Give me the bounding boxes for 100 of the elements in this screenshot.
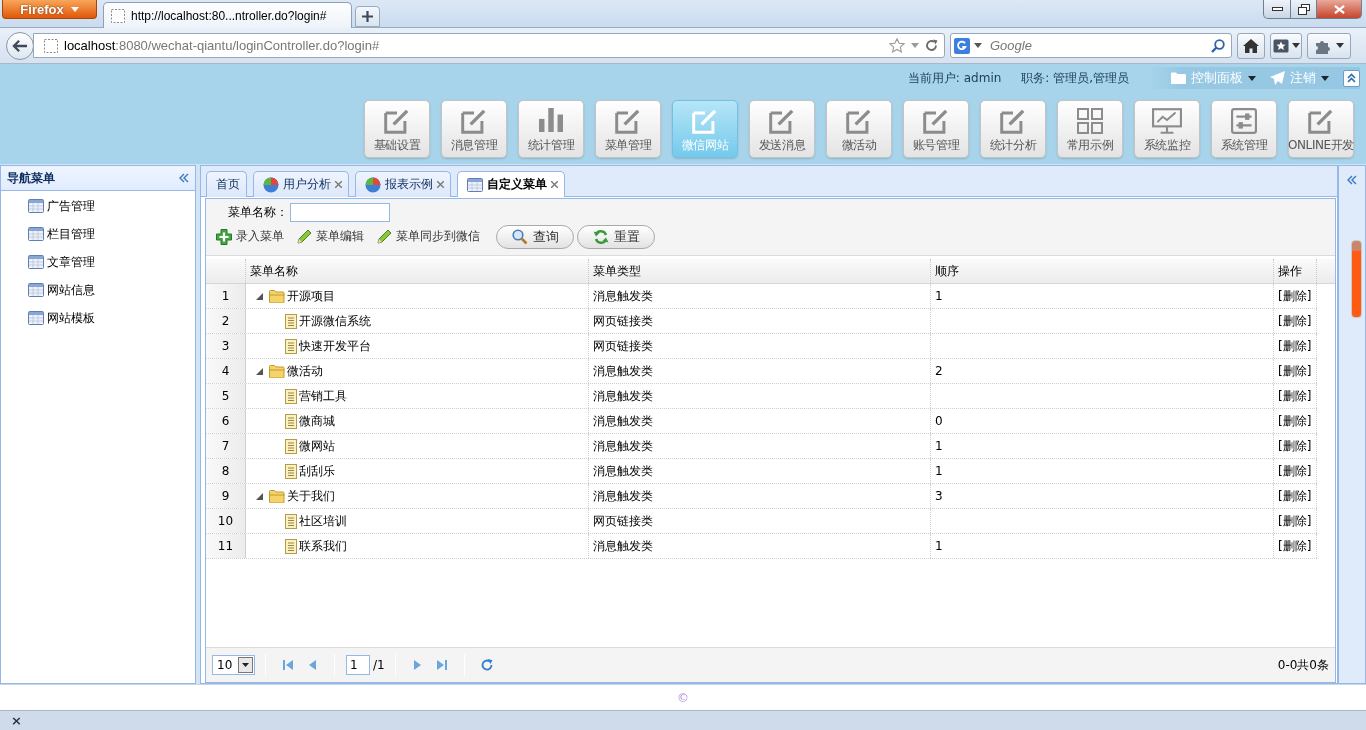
action-button[interactable]: 查询 [496,224,574,249]
window-close-button[interactable] [1316,0,1362,19]
home-button[interactable] [1237,32,1265,59]
dropdown-icon[interactable] [911,43,919,48]
close-icon [1332,3,1346,15]
document-icon [285,388,297,404]
expand-left-icon[interactable] [1347,175,1357,185]
address-field[interactable]: localhost:8080/wechat-qiantu/loginController.do?login# [33,33,945,58]
toolbar-button[interactable]: 菜单同步到微信 [377,228,480,245]
menu-name-input[interactable] [290,203,390,222]
edit-icon [384,108,410,134]
document-icon [285,313,297,329]
role-text: 职务: 管理员,管理员 [1021,69,1129,87]
table-cell: 网页链接类 [593,512,653,530]
delete-link[interactable]: [删除] [1278,337,1312,355]
maximize-button[interactable] [1290,0,1317,19]
expand-triangle-icon[interactable] [255,292,263,300]
back-button[interactable] [6,31,34,60]
delete-link[interactable]: [删除] [1278,387,1312,405]
folder-icon [269,364,285,378]
delete-link[interactable]: [删除] [1278,437,1312,455]
close-icon[interactable] [551,181,558,188]
row-number: 3 [206,334,246,358]
module-button[interactable]: 统计管理 [518,100,584,158]
table-cell: 消息触发类 [593,437,653,455]
delete-link[interactable]: [删除] [1278,287,1312,305]
module-button[interactable]: 账号管理 [903,100,969,158]
table-cell: 网页链接类 [593,337,653,355]
module-button[interactable]: 系统管理 [1211,100,1277,158]
tab[interactable]: 首页 [206,171,247,197]
toolbar-button[interactable]: 菜单编辑 [297,228,364,245]
module-button[interactable]: 微活动 [826,100,892,158]
row-number: 10 [206,509,246,533]
reload-icon[interactable] [925,39,938,52]
module-button[interactable]: 消息管理 [441,100,507,158]
home-icon [1243,38,1259,53]
module-button[interactable]: 发送消息 [749,100,815,158]
document-icon [285,413,297,429]
edit-icon [923,108,949,134]
nav-item[interactable]: 网站信息 [1,276,195,304]
collapse-header-button[interactable] [1343,69,1360,87]
table-cell: 消息触发类 [593,537,653,555]
expand-triangle-icon[interactable] [255,367,263,375]
row-number: 1 [206,284,246,308]
module-button[interactable]: 统计分析 [980,100,1046,158]
module-button[interactable]: 菜单管理 [595,100,661,158]
page-count: /1 [373,658,385,672]
nav-item[interactable]: 栏目管理 [1,220,195,248]
page-input[interactable]: 1 [346,655,370,675]
module-button[interactable]: ONLINE开发 [1288,100,1354,158]
bookmarks-button[interactable] [1270,32,1302,59]
table-cell: 消息触发类 [593,412,653,430]
page-size-select[interactable]: 10 [212,655,255,675]
nav-item[interactable]: 文章管理 [1,248,195,276]
menu-name: 刮刮乐 [299,462,335,480]
delete-link[interactable]: [删除] [1278,537,1312,555]
delete-link[interactable]: [删除] [1278,512,1312,530]
tab[interactable]: 报表示例 [355,171,451,197]
star-icon[interactable] [889,38,905,53]
close-icon[interactable] [437,181,444,188]
scrollbar-thumb[interactable] [1351,240,1362,318]
table-icon [467,177,483,192]
minimize-button[interactable] [1263,0,1291,19]
folder-icon [269,289,285,303]
column-header: 菜单名称 [246,259,589,283]
pie-chart-icon [365,176,381,193]
search-input[interactable]: Google [986,36,1207,55]
module-button[interactable]: 常用示例 [1057,100,1123,158]
close-icon[interactable] [335,181,342,188]
delete-link[interactable]: [删除] [1278,487,1312,505]
module-button[interactable]: 系统监控 [1134,100,1200,158]
addons-button[interactable] [1307,32,1351,59]
nav-item[interactable]: 网站模板 [1,304,195,332]
close-button[interactable]: × [8,714,25,727]
new-tab-button[interactable] [355,6,380,27]
expand-triangle-icon[interactable] [255,492,263,500]
previous-icon [308,660,316,670]
search-field[interactable]: Google [950,33,1232,58]
collapse-left-icon[interactable] [179,173,189,183]
delete-link[interactable]: [删除] [1278,412,1312,430]
delete-link[interactable]: [删除] [1278,312,1312,330]
tab[interactable]: 自定义菜单 [457,171,565,197]
action-button[interactable]: 重置 [577,224,655,249]
menu-name: 微活动 [287,362,323,380]
row-number: 7 [206,434,246,458]
browser-tab[interactable]: http://localhost:80...ntroller.do?login# [103,2,352,28]
search-engine-icon[interactable] [954,37,970,54]
document-icon [285,338,297,354]
search-icon[interactable] [1211,38,1225,53]
toolbar-button[interactable]: 录入菜单 [216,228,284,245]
menu-name: 营销工具 [299,387,347,405]
edit-icon [769,108,795,134]
row-number: 8 [206,459,246,483]
delete-link[interactable]: [删除] [1278,462,1312,480]
table-cell: 1 [935,289,943,303]
tab[interactable]: 用户分析 [253,171,349,197]
module-button[interactable]: 基础设置 [364,100,430,158]
nav-item[interactable]: 广告管理 [1,192,195,220]
table-cell: 1 [935,539,943,553]
delete-link[interactable]: [删除] [1278,362,1312,380]
